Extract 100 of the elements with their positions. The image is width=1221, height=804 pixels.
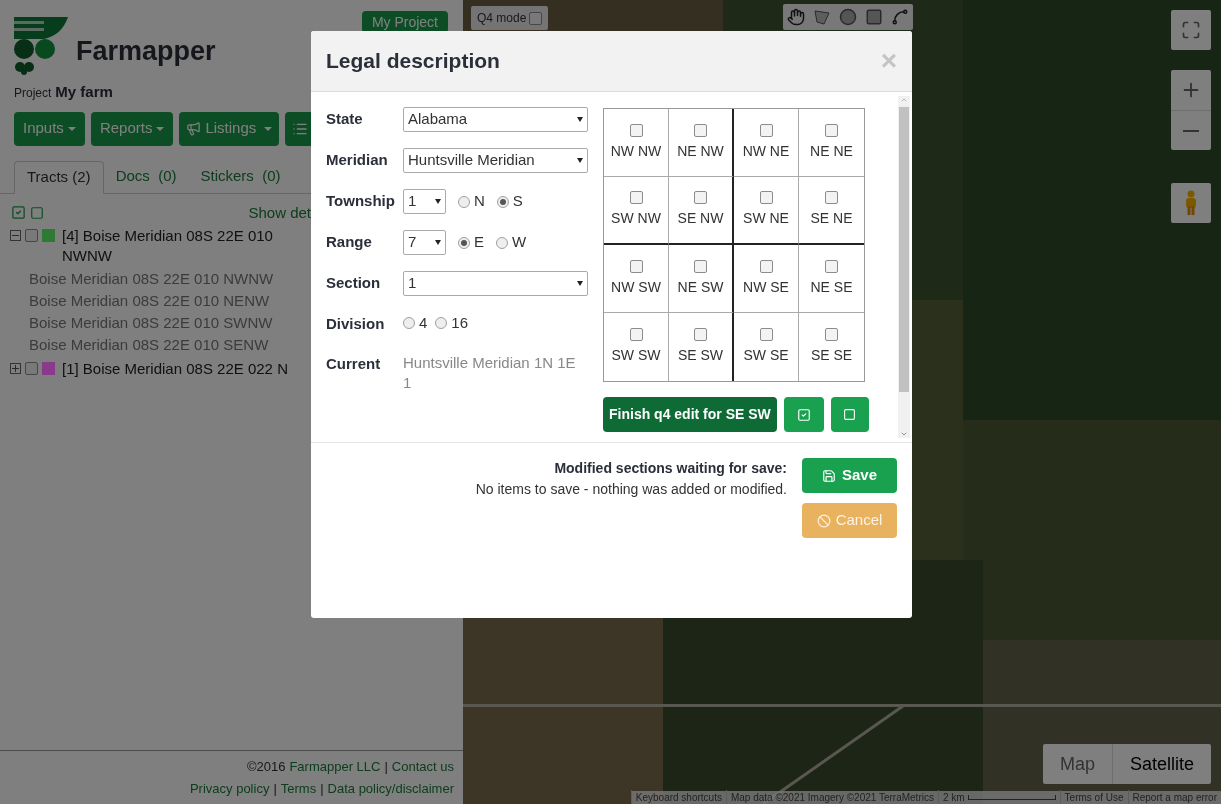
field-label: Township [326, 191, 396, 211]
caret-icon [156, 126, 165, 131]
menu-button[interactable]: Reports [90, 111, 174, 146]
check-all-button[interactable] [783, 397, 824, 432]
fullscreen-button[interactable] [1171, 10, 1211, 50]
footer-link[interactable]: Farmapper LLC [289, 757, 381, 777]
finish-edit-button[interactable]: Finish q4 edit for SE SW [603, 397, 777, 432]
scroll-up-icon[interactable] [900, 96, 908, 104]
map-type-button[interactable]: Map [1042, 744, 1112, 784]
brand-name: Farmapper [76, 35, 216, 68]
my-project-button[interactable]: My Project [361, 11, 448, 33]
footer-link[interactable]: Privacy policy [189, 778, 270, 798]
footer-link[interactable]: Contact us [391, 757, 454, 777]
checkbox[interactable] [759, 191, 773, 204]
field-label: State [326, 109, 364, 129]
radio-button[interactable] [458, 236, 470, 249]
checkbox[interactable] [825, 191, 838, 204]
square-icon[interactable] [865, 8, 883, 26]
checkbox[interactable] [629, 191, 643, 204]
show-details-link[interactable]: Show det [248, 201, 311, 224]
caret-icon [67, 126, 76, 131]
tab[interactable]: Tracts (2) [14, 160, 104, 194]
attribution-link[interactable]: Report a map error [1127, 790, 1221, 804]
select-field[interactable]: 1 [403, 189, 446, 214]
street-view-button[interactable] [1171, 183, 1211, 223]
tab[interactable]: Stickers (0) [188, 160, 293, 193]
field-label: Range [326, 232, 373, 252]
q4-mode-toggle[interactable]: Q4 mode [471, 6, 549, 30]
checkbox[interactable] [25, 362, 38, 375]
checkbox[interactable] [629, 259, 643, 273]
checkbox[interactable] [25, 229, 38, 242]
radio-label: S [512, 191, 523, 212]
scroll-down-icon[interactable] [900, 430, 908, 438]
radio-button[interactable] [496, 195, 509, 208]
footer-link[interactable]: Data policy/disclaimer [327, 778, 454, 798]
quarter-label: NW SE [743, 277, 789, 297]
current-value: Huntsville Meridian 1N 1E 1 [403, 352, 577, 393]
minus-icon [1183, 129, 1199, 132]
caret-icon [435, 240, 441, 245]
quarter-label: NE NE [810, 141, 853, 161]
quarter-label: SE NE [810, 209, 853, 228]
radio-button[interactable] [496, 236, 508, 249]
checkbox[interactable] [694, 191, 707, 204]
checkbox[interactable] [759, 259, 773, 273]
collapse-icon[interactable] [10, 230, 21, 241]
save-button[interactable]: Save [802, 458, 897, 493]
quarter-label: NE SW [677, 277, 724, 297]
attribution-text: Map data ©2021 Imagery ©2021 TerraMetrics [725, 790, 938, 804]
menu-button[interactable]: Listings [179, 111, 280, 146]
polygon-icon[interactable] [813, 8, 831, 26]
status-title: Modified sections waiting for save: [554, 459, 787, 478]
circle-icon[interactable] [839, 8, 857, 26]
uncheck-all-icon[interactable] [30, 205, 44, 220]
footer-link[interactable]: Terms [280, 778, 317, 798]
radio-button[interactable] [458, 195, 470, 208]
quarter-label: NW SW [611, 277, 661, 297]
select-field[interactable]: 7 [403, 230, 446, 255]
radio-button[interactable] [435, 317, 448, 329]
quarter-label: NE SE [810, 277, 853, 297]
tract-label[interactable]: [4] Boise Meridian 08S 22E 010 NWNW [62, 226, 302, 266]
checkbox[interactable] [825, 259, 838, 273]
select-field[interactable]: Huntsville Meridian [403, 148, 588, 173]
quarter-label: SW SW [611, 346, 661, 365]
checkbox[interactable] [629, 328, 643, 341]
checkbox[interactable] [694, 123, 707, 137]
checkbox[interactable] [529, 11, 543, 25]
checkbox[interactable] [825, 123, 838, 137]
uncheck-all-button[interactable] [830, 397, 869, 432]
person-icon [1184, 190, 1198, 216]
radio-button[interactable] [403, 317, 415, 329]
checkbox[interactable] [694, 259, 707, 273]
radio-label: W [512, 232, 527, 253]
select-field[interactable]: 1 [403, 271, 588, 296]
quarter-label: SE SE [810, 346, 853, 365]
checkbox[interactable] [759, 123, 773, 137]
check-square-icon [796, 407, 811, 422]
tract-label[interactable]: [1] Boise Meridian 08S 22E 022 N [62, 359, 288, 379]
attribution-link[interactable]: Terms of Use [1059, 790, 1128, 804]
expand-icon[interactable] [10, 363, 21, 374]
scrollbar[interactable] [898, 96, 910, 438]
radio-label: 16 [451, 312, 469, 333]
cancel-button[interactable]: Cancel [802, 503, 897, 538]
checkbox[interactable] [759, 328, 773, 341]
checkbox[interactable] [629, 123, 643, 137]
quarter-label: SW NE [743, 209, 789, 228]
footer-text: | [320, 779, 324, 798]
project-name: My farm [55, 82, 113, 102]
ban-icon [816, 513, 831, 528]
hand-icon[interactable] [787, 8, 805, 26]
checkbox[interactable] [694, 328, 707, 341]
caret-icon [435, 199, 441, 204]
select-field[interactable]: Alabama [403, 107, 588, 132]
check-all-icon[interactable] [11, 205, 26, 221]
attribution-link[interactable]: Keyboard shortcuts [630, 790, 726, 804]
map-type-button[interactable]: Satellite [1111, 744, 1211, 784]
tab[interactable]: Docs (0) [103, 160, 189, 193]
menu-button[interactable]: Inputs [14, 111, 85, 146]
quarter-label: SE NW [677, 209, 724, 228]
checkbox[interactable] [825, 328, 838, 341]
line-icon[interactable] [891, 8, 909, 26]
